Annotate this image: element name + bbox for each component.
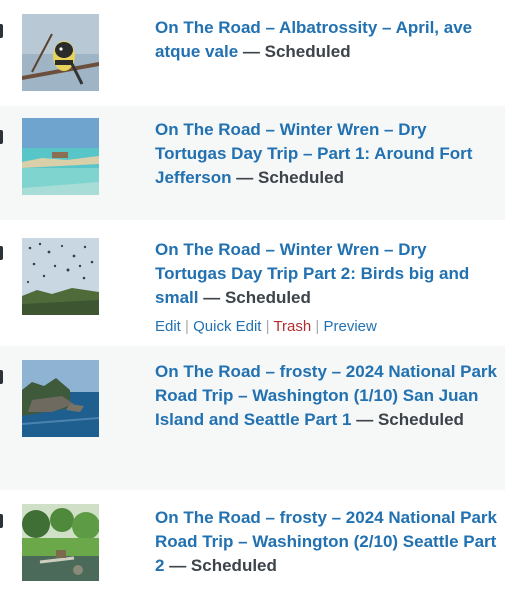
title-separator: — [164,556,191,575]
post-thumbnail[interactable] [22,360,99,437]
post-thumbnail[interactable] [22,14,99,91]
japanese-garden-photo-icon [22,504,99,581]
post-title-cell: On The Road – Albatrossity – April, ave … [155,16,500,64]
preview-link[interactable]: Preview [324,318,377,335]
row-checkbox[interactable] [0,246,3,260]
post-state: Scheduled [264,42,351,61]
action-divider: | [315,318,320,335]
tropical-beach-photo-icon [22,118,99,195]
posts-list: On The Road – Albatrossity – April, ave … [0,0,505,600]
row-checkbox[interactable] [0,514,3,528]
rocky-coast-photo-icon [22,360,99,437]
post-state: Scheduled [190,556,277,575]
post-state: Scheduled [224,288,311,307]
row-checkbox[interactable] [0,24,3,38]
post-thumbnail[interactable] [22,238,99,315]
birds-flock-sky-photo-icon [22,238,99,315]
row-checkbox[interactable] [0,370,3,384]
action-divider: | [265,318,270,335]
title-separator: — [238,42,265,61]
table-row: On The Road – frosty – 2024 National Par… [0,346,505,490]
title-separator: — [231,168,258,187]
row-actions: Edit | Quick Edit | Trash | Preview [155,317,377,337]
bird-on-branch-photo-icon [22,14,99,91]
post-title-cell: On The Road – Winter Wren – Dry Tortugas… [155,118,500,190]
post-state: Scheduled [377,410,464,429]
post-thumbnail[interactable] [22,504,99,581]
title-separator: — [198,288,225,307]
edit-link[interactable]: Edit [155,318,181,335]
action-divider: | [185,318,189,335]
row-checkbox[interactable] [0,130,3,144]
quick-edit-link[interactable]: Quick Edit [193,318,261,335]
post-title-cell: On The Road – Winter Wren – Dry Tortugas… [155,238,500,310]
post-title-cell: On The Road – frosty – 2024 National Par… [155,506,500,578]
post-thumbnail[interactable] [22,118,99,195]
title-separator: — [351,410,378,429]
table-row: On The Road – frosty – 2024 National Par… [0,490,505,600]
post-title-cell: On The Road – frosty – 2024 National Par… [155,360,500,432]
table-row: On The Road – Winter Wren – Dry Tortugas… [0,106,505,220]
table-row: On The Road – Winter Wren – Dry Tortugas… [0,220,505,346]
table-row: On The Road – Albatrossity – April, ave … [0,0,505,106]
trash-link[interactable]: Trash [273,318,311,335]
post-state: Scheduled [257,168,344,187]
